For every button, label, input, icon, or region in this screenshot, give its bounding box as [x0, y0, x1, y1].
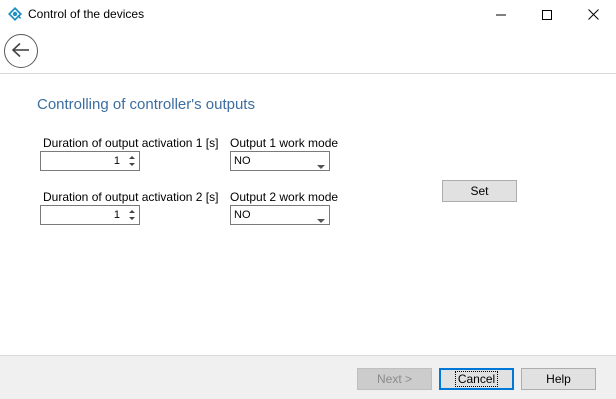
mode-1-select[interactable]: NO — [230, 151, 330, 171]
spinner-arrows-icon[interactable] — [127, 153, 137, 169]
duration-1-label: Duration of output activation 1 [s] — [43, 136, 219, 150]
next-button[interactable]: Next > — [357, 368, 432, 390]
chevron-down-icon — [317, 213, 325, 227]
set-button[interactable]: Set — [442, 180, 517, 202]
maximize-button[interactable] — [524, 0, 570, 29]
mode-1-value: NO — [234, 155, 251, 167]
app-icon — [7, 6, 23, 22]
cancel-button-label: Cancel — [454, 371, 499, 387]
cancel-button[interactable]: Cancel — [439, 368, 514, 390]
back-button[interactable] — [4, 34, 38, 68]
mode-2-select[interactable]: NO — [230, 205, 330, 225]
arrow-left-icon — [11, 42, 31, 61]
maximize-icon — [542, 9, 552, 20]
title-bar: Control of the devices — [0, 0, 616, 29]
duration-2-spinner[interactable]: 1 — [40, 205, 140, 225]
mode-2-label: Output 2 work mode — [230, 190, 339, 204]
minimize-icon — [496, 10, 506, 20]
duration-1-value: 1 — [113, 155, 120, 167]
page-title: Controlling of controller's outputs — [37, 96, 255, 113]
minimize-button[interactable] — [478, 0, 524, 29]
main-panel: Controlling of controller's outputs Dura… — [0, 74, 616, 355]
close-icon — [587, 9, 599, 20]
spinner-arrows-icon[interactable] — [127, 207, 137, 223]
window-title: Control of the devices — [28, 7, 145, 21]
chevron-down-icon — [317, 159, 325, 173]
help-button[interactable]: Help — [521, 368, 596, 390]
mode-1-label: Output 1 work mode — [230, 136, 339, 150]
duration-2-value: 1 — [113, 209, 120, 221]
navigation-bar — [0, 29, 616, 74]
footer-bar: Next > Cancel Help — [0, 355, 616, 399]
mode-2-value: NO — [234, 209, 251, 221]
close-button[interactable] — [570, 0, 616, 29]
duration-2-label: Duration of output activation 2 [s] — [43, 190, 219, 204]
duration-1-spinner[interactable]: 1 — [40, 151, 140, 171]
